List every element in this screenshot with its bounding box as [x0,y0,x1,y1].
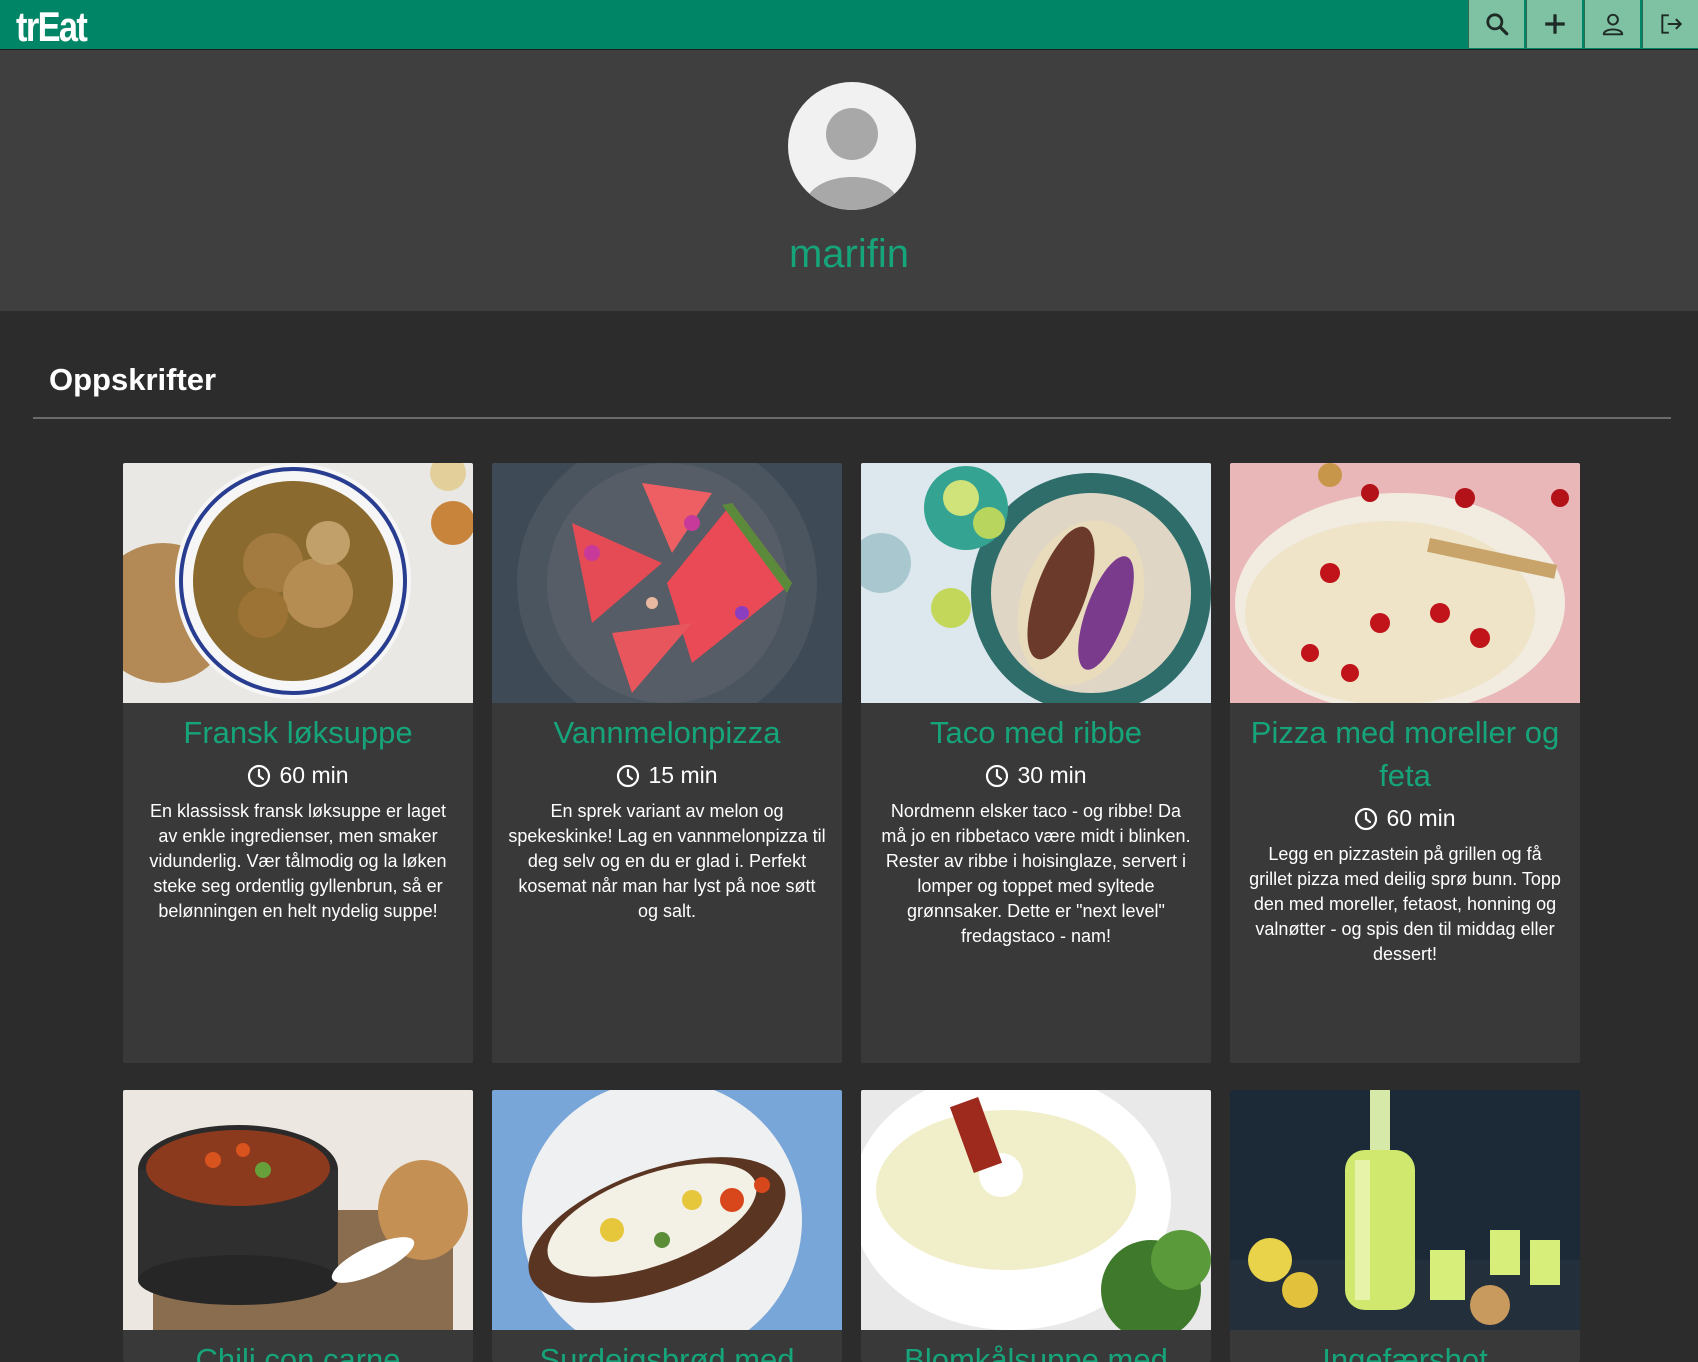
default-avatar-icon [804,108,900,210]
recipe-title[interactable]: Surdeigsbrød med revet [492,1330,842,1362]
profile-button[interactable] [1584,0,1640,48]
nav-buttons [1466,0,1698,50]
recipe-card[interactable]: Vannmelonpizza 15 min En sprek variant a… [492,463,842,1063]
clock-icon [248,764,271,787]
recipe-title[interactable]: Blomkålsuppe med [861,1330,1211,1362]
recipe-image-ginger-shot [1230,1090,1580,1330]
username: marifin [788,232,910,276]
recipe-description: Legg en pizzastein på grillen og få gril… [1249,844,1561,964]
recipe-image-sourdough-bread [492,1090,842,1330]
avatar [788,82,916,210]
recipe-image-cherry-feta-pizza [1230,463,1580,703]
recipe-card[interactable]: Fransk løksuppe 60 min En klassissk fran… [123,463,473,1063]
recipe-title[interactable]: Pizza med moreller og feta [1230,703,1580,797]
recipe-title[interactable]: Taco med ribbe [861,703,1211,754]
recipe-description: En klassissk fransk løksuppe er laget av… [149,801,447,921]
recipe-time-value: 60 min [279,762,349,788]
recipe-time: 15 min [492,762,842,789]
search-icon [1485,13,1508,36]
recipe-card[interactable]: Chili con carne [123,1090,473,1362]
logout-icon [1660,14,1682,34]
recipe-time: 60 min [123,762,473,789]
recipe-time-value: 15 min [648,762,718,788]
top-bar: trEat [0,0,1698,50]
recipe-card[interactable]: Surdeigsbrød med revet [492,1090,842,1362]
recipe-description: En sprek variant av melon og spekeskinke… [508,801,826,921]
logout-button[interactable] [1642,0,1698,48]
recipe-card[interactable]: Blomkålsuppe med [861,1090,1211,1362]
clock-icon [1355,807,1378,830]
recipe-time: 30 min [861,762,1211,789]
app-logo[interactable]: trEat [16,2,88,52]
recipe-time-value: 30 min [1017,762,1087,788]
recipe-description: Nordmenn elsker taco - og ribbe! Da må j… [881,801,1191,946]
recipe-time: 60 min [1230,805,1580,832]
recipe-image-watermelon-pizza [492,463,842,703]
user-icon [1602,13,1623,36]
clock-icon [986,764,1009,787]
plus-icon [1544,14,1565,34]
section-divider [33,417,1671,419]
recipe-image-cauliflower-soup [861,1090,1211,1330]
add-recipe-button[interactable] [1526,0,1582,48]
recipe-time-value: 60 min [1386,805,1456,831]
recipe-title[interactable]: Ingefærshot [1230,1330,1580,1362]
recipe-title[interactable]: Chili con carne [123,1330,473,1362]
recipe-card[interactable]: Pizza med moreller og feta 60 min Legg e… [1230,463,1580,1063]
recipe-image-chili-con-carne [123,1090,473,1330]
profile-header: marifin [0,50,1698,311]
recipe-title[interactable]: Fransk løksuppe [123,703,473,754]
section-title: Oppskrifter [49,362,217,397]
recipe-image-onion-soup [123,463,473,703]
recipe-image-rib-taco [861,463,1211,703]
clock-icon [617,764,640,787]
recipe-card[interactable]: Ingefærshot [1230,1090,1580,1362]
recipe-card[interactable]: Taco med ribbe 30 min Nordmenn elsker ta… [861,463,1211,1063]
search-button[interactable] [1468,0,1524,48]
recipe-title[interactable]: Vannmelonpizza [492,703,842,754]
